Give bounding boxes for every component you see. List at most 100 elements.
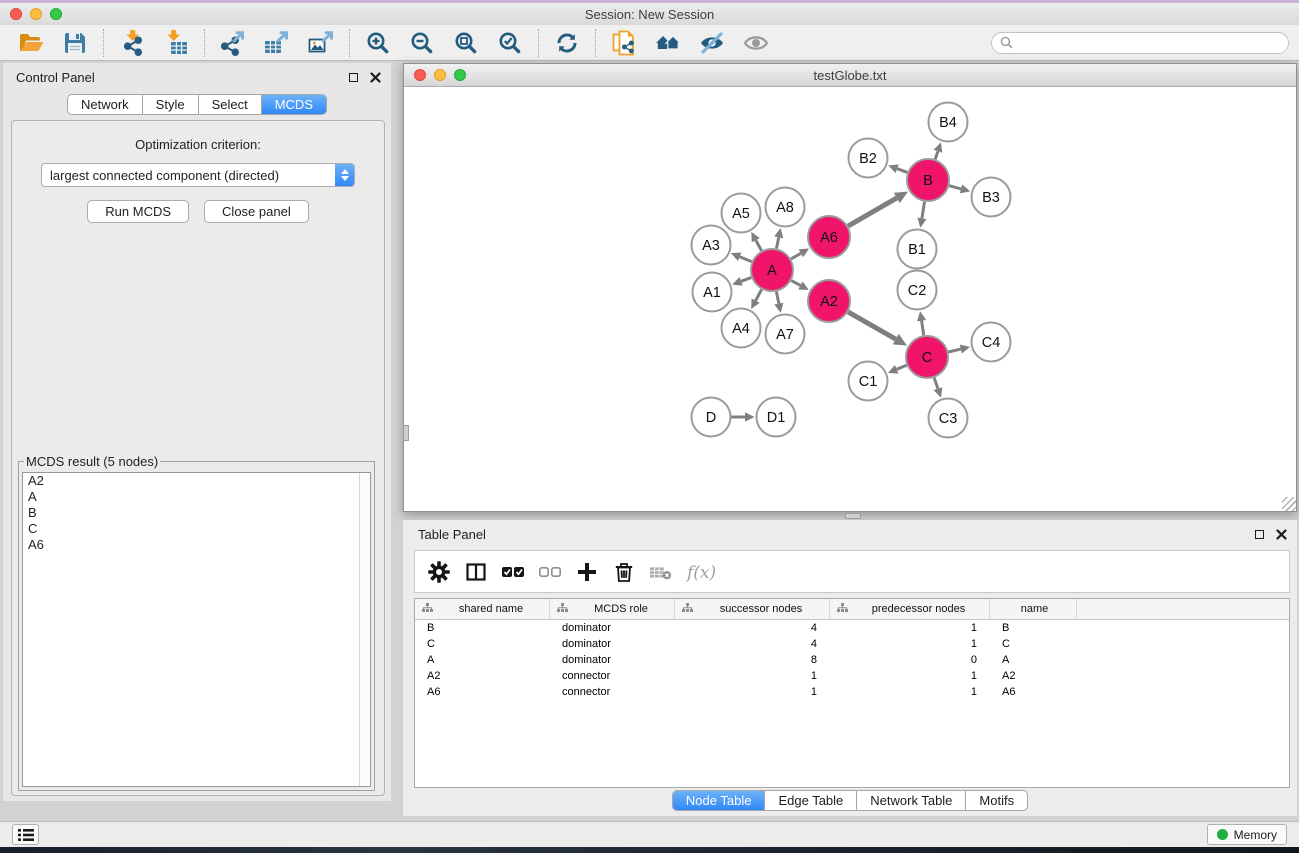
column-header-successor-nodes[interactable]: successor nodes <box>675 599 830 619</box>
tab-node-table[interactable]: Node Table <box>673 791 765 810</box>
graph-node-D[interactable]: D <box>692 398 731 437</box>
toolbar-button-import-table[interactable] <box>157 28 195 58</box>
toolbar-button-export-image[interactable] <box>302 28 340 58</box>
tab-edge-table[interactable]: Edge Table <box>764 791 856 810</box>
graph-node-A8[interactable]: A8 <box>766 188 805 227</box>
graph-node-A4[interactable]: A4 <box>722 309 761 348</box>
mcds-result-list[interactable]: A2ABCA6 <box>22 472 371 787</box>
graph-node-A3[interactable]: A3 <box>692 226 731 265</box>
graph-node-C2[interactable]: C2 <box>898 271 937 310</box>
svg-text:A: A <box>767 263 777 279</box>
cell: 0 <box>830 654 990 666</box>
task-history-button[interactable] <box>12 824 39 845</box>
toolbar-button-zoom-in[interactable] <box>359 28 397 58</box>
result-list-item[interactable]: A <box>23 489 370 505</box>
graph-node-B[interactable]: B <box>907 159 949 201</box>
toolbar-button-zoom-fit[interactable] <box>447 28 485 58</box>
window-resize-grip[interactable] <box>1282 497 1296 511</box>
session-title: Session: New Session <box>0 7 1299 22</box>
table-row[interactable]: Cdominator41C <box>415 636 1289 652</box>
column-header-predecessor-nodes[interactable]: predecessor nodes <box>830 599 990 619</box>
table-panel: Table Panel f(x) shared nameMCDS rolesuc… <box>403 520 1297 816</box>
search-icon <box>1000 36 1013 49</box>
tab-motifs[interactable]: Motifs <box>965 791 1027 810</box>
tab-mcds[interactable]: MCDS <box>261 95 326 114</box>
graph-node-A7[interactable]: A7 <box>766 315 805 354</box>
table-row[interactable]: Bdominator41B <box>415 620 1289 636</box>
graph-node-B4[interactable]: B4 <box>929 103 968 142</box>
result-list-item[interactable]: B <box>23 505 370 521</box>
result-list-item[interactable]: A6 <box>23 537 370 553</box>
column-header-name[interactable]: name <box>990 599 1077 619</box>
svg-text:B: B <box>923 173 933 189</box>
table-row[interactable]: A2connector11A2 <box>415 668 1289 684</box>
table-toolbar-select-all-columns-button[interactable] <box>501 557 525 587</box>
table-toolbar-show-columns-button[interactable] <box>464 557 488 587</box>
table-row[interactable]: Adominator80A <box>415 652 1289 668</box>
table-close-panel-icon[interactable] <box>1276 529 1287 540</box>
graph-node-A1[interactable]: A1 <box>693 273 732 312</box>
control-panel-title: Control Panel <box>16 70 95 85</box>
toolbar-button-duplicate-session[interactable] <box>605 28 643 58</box>
result-list-item[interactable]: C <box>23 521 370 537</box>
table-toolbar-settings-gear-button[interactable] <box>427 557 451 587</box>
toolbar-button-export-network[interactable] <box>214 28 252 58</box>
svg-text:A4: A4 <box>732 321 750 337</box>
run-mcds-button[interactable]: Run MCDS <box>87 200 189 223</box>
graph-node-C1[interactable]: C1 <box>849 362 888 401</box>
graph-node-B1[interactable]: B1 <box>898 230 937 269</box>
toolbar-button-zoom-out[interactable] <box>403 28 441 58</box>
toolbar-button-export-table[interactable] <box>258 28 296 58</box>
network-window-titlebar[interactable]: testGlobe.txt <box>404 64 1296 87</box>
graph-node-B2[interactable]: B2 <box>849 139 888 178</box>
graph-node-B3[interactable]: B3 <box>972 178 1011 217</box>
splitter-handle-left[interactable] <box>403 425 409 441</box>
tab-style[interactable]: Style <box>142 95 198 114</box>
optimization-dropdown[interactable]: largest connected component (directed) <box>41 163 355 187</box>
toolbar-button-hide-ui[interactable] <box>693 28 731 58</box>
table-toolbar-delete-column-button[interactable] <box>612 557 636 587</box>
toolbar-button-refresh-view[interactable] <box>548 28 586 58</box>
column-header-shared-name[interactable]: shared name <box>415 599 550 619</box>
table-toolbar-deselect-all-columns-button[interactable] <box>538 557 562 587</box>
toolbar-button-save-session[interactable] <box>56 28 94 58</box>
toolbar-button-open-file[interactable] <box>12 28 50 58</box>
table-float-panel-icon[interactable] <box>1255 530 1264 539</box>
graph-node-A[interactable]: A <box>751 249 793 291</box>
column-header-MCDS-role[interactable]: MCDS role <box>550 599 675 619</box>
toolbar-button-show-ui[interactable] <box>737 28 775 58</box>
table-body: Bdominator41BCdominator41CAdominator80AA… <box>415 620 1289 700</box>
result-list-item[interactable]: A2 <box>23 473 370 489</box>
cell: dominator <box>550 622 675 634</box>
toolbar-button-zoom-selected[interactable] <box>491 28 529 58</box>
search-box[interactable] <box>991 32 1289 54</box>
graph-node-C4[interactable]: C4 <box>972 323 1011 362</box>
graph-node-D1[interactable]: D1 <box>757 398 796 437</box>
graph-node-C3[interactable]: C3 <box>929 399 968 438</box>
splitter-handle-bottom[interactable] <box>845 513 861 519</box>
graph-node-A2[interactable]: A2 <box>808 280 850 322</box>
tab-network-table[interactable]: Network Table <box>856 791 965 810</box>
tab-network[interactable]: Network <box>68 95 142 114</box>
result-scrollbar[interactable] <box>359 473 370 786</box>
show-columns-icon <box>464 561 488 583</box>
memory-button[interactable]: Memory <box>1207 824 1287 845</box>
close-panel-button[interactable]: Close panel <box>204 200 309 223</box>
search-input[interactable] <box>1018 35 1280 51</box>
graph-node-C[interactable]: C <box>906 336 948 378</box>
node-table[interactable]: shared nameMCDS rolesuccessor nodesprede… <box>414 598 1290 788</box>
tab-select[interactable]: Select <box>198 95 261 114</box>
network-graph[interactable]: A A6 A2 B C B4 B2 B3 B1 A5A8 A3 A1A4 A7 C2 C4 C1 C3 D D1 <box>404 87 1296 511</box>
toolbar-button-import-network[interactable] <box>113 28 151 58</box>
table-toolbar-add-column-button[interactable] <box>575 557 599 587</box>
cell: C <box>990 638 1077 650</box>
table-row[interactable]: A6connector11A6 <box>415 684 1289 700</box>
float-panel-icon[interactable] <box>349 73 358 82</box>
network-canvas[interactable]: A A6 A2 B C B4 B2 B3 B1 A5A8 A3 A1A4 A7 C2 C4 C1 C3 D D1 <box>404 87 1296 511</box>
graph-node-A6[interactable]: A6 <box>808 216 850 258</box>
close-panel-icon[interactable] <box>370 72 381 83</box>
graph-node-A5[interactable]: A5 <box>722 194 761 233</box>
svg-text:A6: A6 <box>820 230 838 246</box>
toolbar-button-home-view[interactable] <box>649 28 687 58</box>
app-window: Session: New Session Control Panel Netwo… <box>0 0 1299 853</box>
